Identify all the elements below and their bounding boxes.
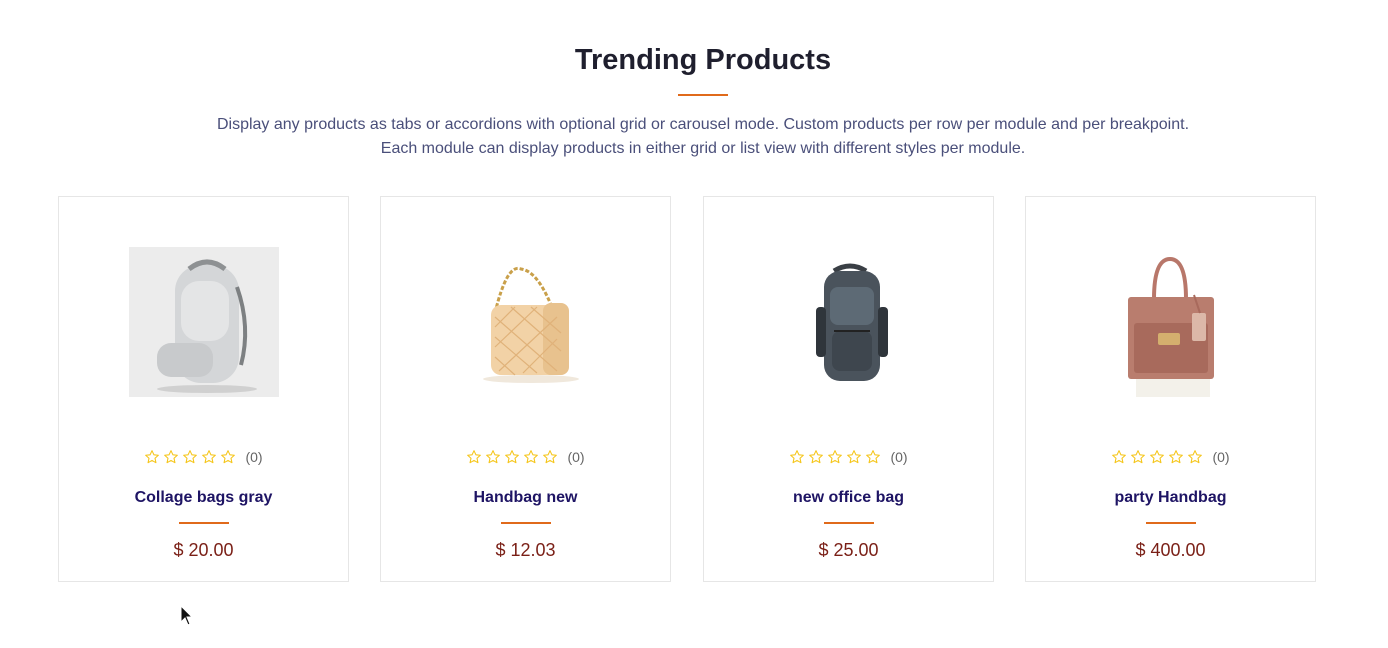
product-name-link[interactable]: party Handbag — [1026, 489, 1315, 507]
product-image[interactable] — [129, 247, 279, 397]
mouse-cursor-icon — [180, 605, 194, 626]
product-name-link[interactable]: new office bag — [704, 489, 993, 507]
dark-backpack-image — [816, 263, 888, 381]
rating-count: (0) — [890, 449, 908, 465]
product-card[interactable]: (0) Collage bags gray $ 20.00 — [58, 196, 349, 582]
product-price: $ 12.03 — [495, 540, 556, 560]
star-icon — [808, 449, 824, 465]
section-subtitle: Display any products as tabs or accordio… — [0, 113, 1388, 161]
star-icon — [542, 449, 558, 465]
rating-count: (0) — [245, 449, 263, 465]
gray-backpack-image — [129, 247, 279, 397]
rating-count: (0) — [1212, 449, 1230, 465]
product-card[interactable]: (0) new office bag $ 25.00 — [703, 196, 994, 582]
subtitle-line-1: Display any products as tabs or accordio… — [216, 116, 1190, 133]
star-icon — [163, 449, 179, 465]
name-underline — [1146, 522, 1196, 524]
product-card[interactable]: (0) party Handbag $ 400.00 — [1025, 196, 1316, 582]
star-icon — [201, 449, 217, 465]
subtitle-line-2: Each module can display products in eith… — [380, 140, 1026, 157]
product-image[interactable] — [451, 247, 601, 397]
product-name-link[interactable]: Handbag new — [381, 489, 670, 507]
name-underline — [179, 522, 229, 524]
product-price: $ 400.00 — [1135, 540, 1206, 560]
star-icon — [846, 449, 862, 465]
star-icon — [220, 449, 236, 465]
product-card[interactable]: (0) Handbag new $ 12.03 — [380, 196, 671, 582]
name-underline — [501, 522, 551, 524]
product-image[interactable] — [774, 247, 924, 397]
star-icon — [182, 449, 198, 465]
beige-handbag-image — [483, 266, 579, 383]
rating-count: (0) — [567, 449, 585, 465]
section-title: Trending Products — [574, 44, 832, 76]
rating: (0) — [381, 449, 670, 465]
star-icon — [1168, 449, 1184, 465]
rating: (0) — [1026, 449, 1315, 465]
name-underline — [824, 522, 874, 524]
title-underline — [678, 94, 728, 96]
star-icon — [1149, 449, 1165, 465]
product-image[interactable] — [1096, 247, 1246, 397]
star-icon — [523, 449, 539, 465]
star-icon — [789, 449, 805, 465]
star-icon — [485, 449, 501, 465]
brown-tote-image — [1128, 256, 1214, 397]
star-icon — [1187, 449, 1203, 465]
star-icon — [144, 449, 160, 465]
product-name-link[interactable]: Collage bags gray — [59, 489, 348, 507]
star-icon — [1111, 449, 1127, 465]
star-icon — [1130, 449, 1146, 465]
rating: (0) — [59, 449, 348, 465]
star-icon — [504, 449, 520, 465]
product-price: $ 25.00 — [818, 540, 879, 560]
star-icon — [827, 449, 843, 465]
star-icon — [466, 449, 482, 465]
rating: (0) — [704, 449, 993, 465]
product-price: $ 20.00 — [173, 540, 234, 560]
star-icon — [865, 449, 881, 465]
